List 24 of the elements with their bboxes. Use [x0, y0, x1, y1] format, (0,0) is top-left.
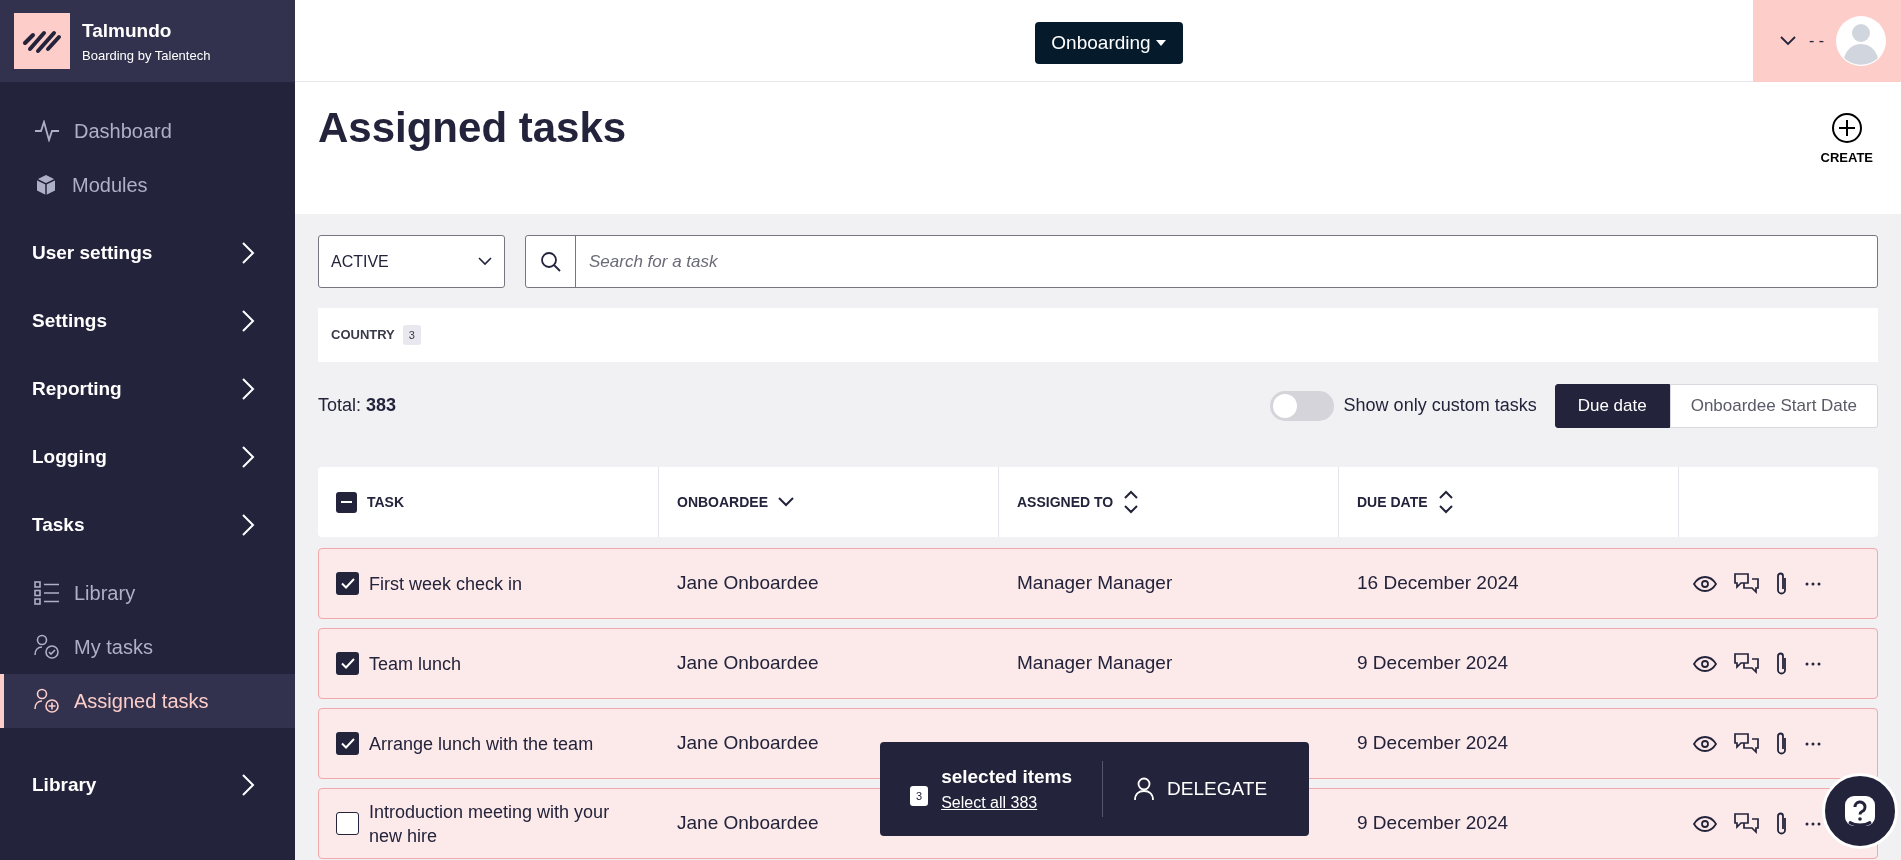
table-cell-text: Jane Onboardee	[677, 651, 819, 676]
task-name: Introduction meeting with your new hire	[369, 800, 611, 848]
table-cell-text: Jane Onboardee	[677, 571, 819, 596]
total-count: Total: 383	[318, 394, 397, 417]
selection-label: selected items	[941, 764, 1073, 789]
user-name: - -	[1809, 31, 1825, 51]
column-header: TASK	[367, 492, 405, 512]
table-cell-text: Manager Manager	[1017, 571, 1173, 596]
brand-tagline: Boarding by Talentech	[82, 46, 211, 65]
table-cell-text: Jane Onboardee	[677, 811, 819, 836]
table-cell-text: 9 December 2024	[1357, 651, 1509, 676]
count-badge: 3	[910, 785, 929, 807]
task-name: First week check in	[369, 572, 523, 596]
table-cell-text: Jane Onboardee	[677, 731, 819, 756]
task-name: Team lunch	[369, 652, 462, 676]
table-cell-text: 9 December 2024	[1357, 811, 1509, 836]
page-title: Assigned tasks	[318, 103, 627, 153]
brand-name: Talmundo	[82, 19, 173, 43]
table-cell-text: 16 December 2024	[1357, 571, 1519, 596]
count-badge: 3	[402, 324, 421, 346]
toggle-label: Show only custom tasks	[1343, 394, 1537, 417]
task-name: Arrange lunch with the team	[369, 732, 594, 756]
table-cell-text: 9 December 2024	[1357, 731, 1509, 756]
table-cell-text: Manager Manager	[1017, 651, 1173, 676]
